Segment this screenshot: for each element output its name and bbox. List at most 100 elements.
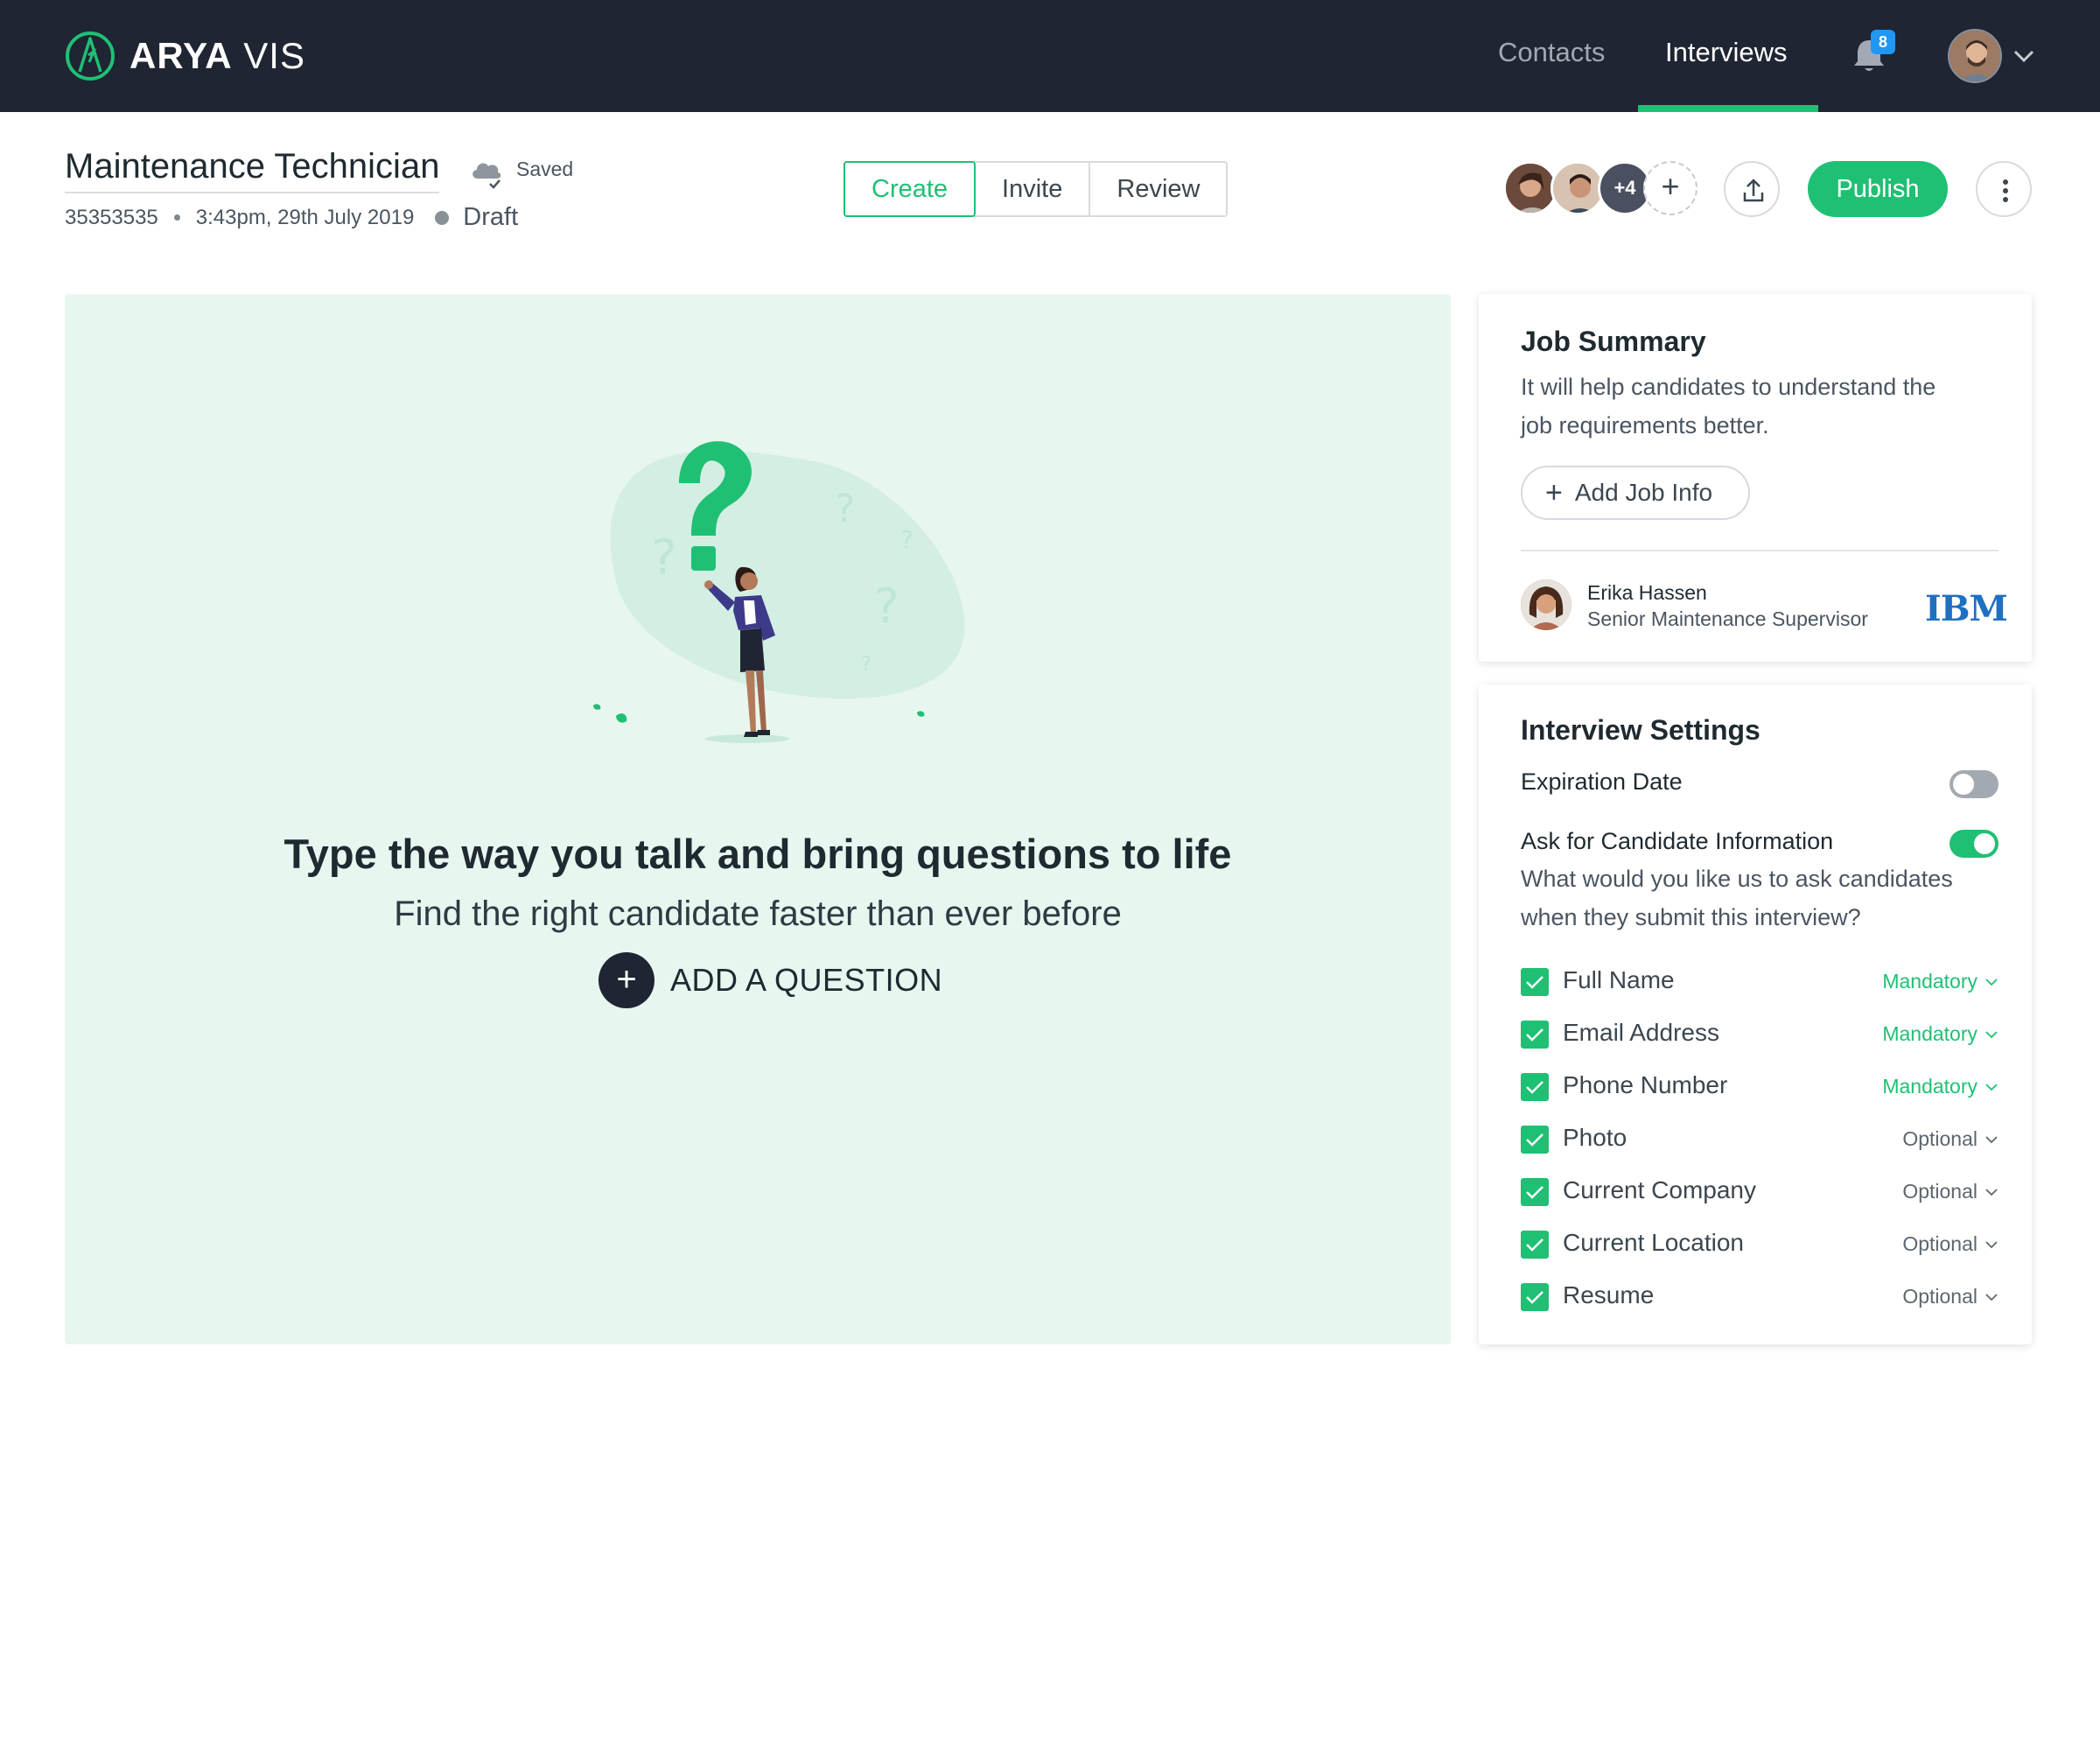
brand-name: ARYA VIS bbox=[130, 35, 305, 77]
field-requirement-dropdown[interactable]: Mandatory bbox=[1882, 970, 1998, 993]
share-button[interactable] bbox=[1724, 161, 1780, 217]
field-name: Current Location bbox=[1563, 1229, 1745, 1256]
add-question-button[interactable]: + ADD A QUESTION bbox=[598, 952, 942, 1008]
interview-settings-card: Interview Settings Expiration Date Ask f… bbox=[1479, 684, 2032, 1344]
checkmark-icon bbox=[1526, 1028, 1544, 1042]
svg-text:?: ? bbox=[900, 525, 914, 554]
expiration-date-label: Expiration Date bbox=[1521, 768, 1683, 795]
job-status: Draft bbox=[463, 203, 519, 231]
field-name: Phone Number bbox=[1563, 1071, 1728, 1098]
interview-settings-title: Interview Settings bbox=[1521, 714, 1760, 746]
field-requirement-value: Mandatory bbox=[1882, 1022, 1978, 1045]
field-checkbox[interactable] bbox=[1521, 1231, 1549, 1259]
field-row-resume: Resume Optional bbox=[1521, 1280, 1998, 1315]
checkmark-icon bbox=[1526, 1238, 1544, 1252]
field-row-full-name: Full Name Mandatory bbox=[1521, 965, 1998, 1000]
job-summary-card: Job Summary It will help candidates to u… bbox=[1479, 294, 2032, 662]
field-checkbox[interactable] bbox=[1521, 1073, 1549, 1101]
status-dot-icon bbox=[435, 210, 450, 225]
tab-invite[interactable]: Invite bbox=[976, 163, 1091, 215]
field-checkbox[interactable] bbox=[1521, 1021, 1549, 1049]
collaborator-avatar[interactable] bbox=[1503, 161, 1558, 215]
job-summary-title: Job Summary bbox=[1521, 326, 1706, 357]
job-title[interactable]: Maintenance Technician bbox=[65, 147, 440, 193]
chevron-down-icon bbox=[1985, 1135, 1998, 1143]
upload-share-icon bbox=[1743, 179, 1764, 202]
chevron-down-icon bbox=[1985, 1293, 1998, 1301]
field-checkbox[interactable] bbox=[1521, 1126, 1549, 1154]
candidate-info-question-line1: What would you like us to ask candidates bbox=[1521, 866, 1953, 892]
top-navbar: ARYA VIS Contacts Interviews 8 bbox=[0, 0, 2100, 112]
arya-logo-icon bbox=[66, 32, 115, 81]
chevron-down-icon bbox=[1985, 1188, 1998, 1196]
nav-contacts[interactable]: Contacts bbox=[1498, 37, 1605, 68]
brand-name-bold: ARYA bbox=[130, 35, 233, 76]
chevron-down-icon bbox=[1985, 1030, 1998, 1038]
nav-interviews[interactable]: Interviews bbox=[1665, 37, 1788, 68]
field-row-phone-number: Phone Number Mandatory bbox=[1521, 1070, 1998, 1105]
tab-review[interactable]: Review bbox=[1090, 163, 1227, 215]
recruiter-role: Senior Maintenance Supervisor bbox=[1587, 607, 1868, 630]
checkmark-icon bbox=[1526, 1081, 1544, 1094]
svg-text:?: ? bbox=[861, 654, 872, 676]
field-requirement-dropdown[interactable]: Optional bbox=[1902, 1232, 1998, 1256]
user-avatar[interactable] bbox=[1948, 29, 2002, 83]
cloud-saved-icon bbox=[472, 163, 501, 189]
arya-vis-logo[interactable]: ARYA VIS bbox=[65, 30, 305, 82]
recruiter-avatar-image bbox=[1521, 579, 1572, 630]
field-row-photo: Photo Optional bbox=[1521, 1122, 1998, 1157]
chevron-down-icon bbox=[1985, 978, 1998, 986]
ibm-logo: IBM bbox=[1925, 588, 2008, 629]
toggle-knob bbox=[1953, 774, 1974, 795]
job-meta-row: 35353535 3:43pm, 29th July 2019 Draft bbox=[65, 203, 518, 232]
more-options-button[interactable] bbox=[1976, 161, 2032, 217]
job-timestamp: 3:43pm, 29th July 2019 bbox=[195, 205, 415, 229]
field-row-current-location: Current Location Optional bbox=[1521, 1227, 1998, 1262]
publish-button[interactable]: Publish bbox=[1808, 161, 1948, 217]
recruiter-avatar bbox=[1521, 579, 1572, 630]
field-requirement-dropdown[interactable]: Mandatory bbox=[1882, 1022, 1998, 1046]
field-checkbox[interactable] bbox=[1521, 1283, 1549, 1311]
account-menu-chevron-icon[interactable] bbox=[2012, 47, 2035, 65]
field-requirement-value: Optional bbox=[1902, 1232, 1978, 1255]
field-requirement-dropdown[interactable]: Optional bbox=[1902, 1285, 1998, 1309]
job-summary-description-line1: It will help candidates to understand th… bbox=[1521, 374, 1936, 400]
add-collaborator-button[interactable]: + bbox=[1643, 161, 1698, 215]
plus-icon: + bbox=[1545, 475, 1563, 509]
field-requirement-dropdown[interactable]: Optional bbox=[1902, 1127, 1998, 1151]
empty-state-title: Type the way you talk and bring question… bbox=[284, 831, 1232, 877]
notification-count-badge: 8 bbox=[1871, 30, 1895, 54]
add-job-info-label: Add Job Info bbox=[1574, 479, 1713, 506]
ask-candidate-info-toggle[interactable] bbox=[1950, 830, 1998, 858]
empty-state-subtitle: Find the right candidate faster than eve… bbox=[394, 895, 1122, 933]
field-checkbox[interactable] bbox=[1521, 1178, 1549, 1206]
workflow-tabs: Create Invite Review bbox=[844, 161, 1228, 217]
field-requirement-value: Optional bbox=[1902, 1127, 1978, 1150]
recruiter-name: Erika Hassen bbox=[1587, 581, 1707, 604]
field-name: Email Address bbox=[1563, 1019, 1719, 1046]
field-requirement-value: Mandatory bbox=[1882, 970, 1978, 993]
add-job-info-button[interactable]: + Add Job Info bbox=[1521, 466, 1750, 520]
expiration-date-toggle[interactable] bbox=[1950, 770, 1998, 798]
chevron-down-icon bbox=[1985, 1240, 1998, 1248]
field-requirement-value: Mandatory bbox=[1882, 1075, 1978, 1098]
field-name: Resume bbox=[1563, 1281, 1655, 1309]
job-summary-description-line2: job requirements better. bbox=[1521, 412, 1769, 439]
field-requirement-dropdown[interactable]: Mandatory bbox=[1882, 1075, 1998, 1098]
field-name: Full Name bbox=[1563, 966, 1675, 993]
divider bbox=[1521, 550, 1998, 551]
brand-name-light: VIS bbox=[243, 35, 305, 76]
nav-active-indicator bbox=[1638, 105, 1818, 112]
field-name: Photo bbox=[1563, 1124, 1628, 1151]
field-checkbox[interactable] bbox=[1521, 968, 1549, 996]
field-requirement-value: Optional bbox=[1902, 1285, 1978, 1308]
svg-text:?: ? bbox=[874, 579, 900, 634]
collaborator-avatar[interactable] bbox=[1550, 161, 1605, 215]
candidate-info-question-line2: when they submit this interview? bbox=[1521, 904, 1861, 930]
field-requirement-dropdown[interactable]: Optional bbox=[1902, 1180, 1998, 1203]
tab-create[interactable]: Create bbox=[844, 161, 976, 217]
vertical-ellipsis-icon bbox=[2003, 179, 2008, 202]
question-builder-empty-state: ? ? ? ? ? Type the way you talk and brin… bbox=[65, 294, 1451, 1344]
user-avatar-image bbox=[1950, 31, 2000, 81]
checkmark-icon bbox=[1526, 1186, 1544, 1199]
